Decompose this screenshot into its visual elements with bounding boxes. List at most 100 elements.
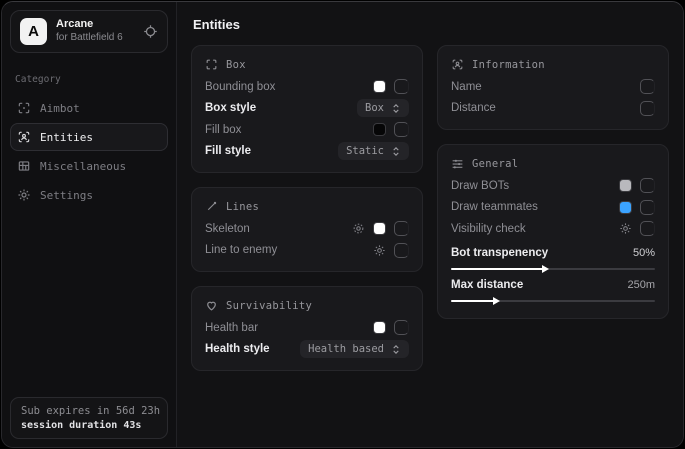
diagonal-line-icon <box>205 200 218 213</box>
color-swatch[interactable] <box>373 321 386 334</box>
sidebar-nav: Aimbot Entities Miscella <box>2 94 176 210</box>
person-scan-icon <box>17 130 31 144</box>
setting-row-draw-teammates: Draw teammates <box>451 197 655 219</box>
app-name: Arcane <box>56 18 134 32</box>
setting-label: Health style <box>205 343 270 355</box>
sliders-icon <box>451 157 464 170</box>
person-scan-icon <box>451 58 464 71</box>
health-style-dropdown[interactable]: Health based <box>300 340 409 358</box>
sub-expiry-text: Sub expires in 56d 23h <box>21 405 157 417</box>
app-window: A Arcane for Battlefield 6 Category <box>1 1 684 448</box>
max-distance-slider-block: Max distance 250m <box>451 276 655 302</box>
setting-label: Fill style <box>205 145 251 157</box>
setting-row-distance: Distance <box>451 98 655 120</box>
gear-icon <box>17 188 31 202</box>
setting-row-name: Name <box>451 76 655 98</box>
checkbox[interactable] <box>394 79 409 94</box>
setting-row-health-style: Health style Health based <box>205 339 409 361</box>
checkbox[interactable] <box>640 79 655 94</box>
sidebar-item-label: Entities <box>40 131 93 144</box>
slider-track[interactable] <box>451 300 655 302</box>
slider-thumb[interactable] <box>542 265 549 273</box>
checkbox[interactable] <box>640 200 655 215</box>
checkbox[interactable] <box>640 101 655 116</box>
slider-thumb[interactable] <box>493 297 500 305</box>
card-title: Lines <box>226 201 259 213</box>
sidebar-item-settings[interactable]: Settings <box>10 181 168 209</box>
category-label: Category <box>15 74 163 85</box>
setting-label: Distance <box>451 102 496 114</box>
setting-row-fill-box: Fill box <box>205 119 409 141</box>
color-swatch[interactable] <box>619 179 632 192</box>
slider-track[interactable] <box>451 268 655 270</box>
checkbox[interactable] <box>640 221 655 236</box>
setting-label: Line to enemy <box>205 244 277 256</box>
setting-label: Draw BOTs <box>451 180 509 192</box>
card-title: Information <box>472 59 545 71</box>
setting-label: Fill box <box>205 124 241 136</box>
sidebar-item-miscellaneous[interactable]: Miscellaneous <box>10 152 168 180</box>
dropdown-value: Static <box>346 145 384 157</box>
chevron-up-down-icon <box>391 103 401 114</box>
box-corners-icon <box>205 58 218 71</box>
color-swatch[interactable] <box>373 222 386 235</box>
setting-label: Visibility check <box>451 223 526 235</box>
slider-label: Max distance <box>451 279 523 291</box>
gear-icon[interactable] <box>373 244 386 257</box>
crosshair-icon[interactable] <box>143 24 158 39</box>
checkbox[interactable] <box>640 178 655 193</box>
heart-icon <box>205 299 218 312</box>
general-card: General Draw BOTs Draw teammates <box>437 144 669 319</box>
setting-label: Skeleton <box>205 223 250 235</box>
sidebar-item-entities[interactable]: Entities <box>10 123 168 151</box>
color-swatch[interactable] <box>373 80 386 93</box>
slider-label: Bot transpenency <box>451 247 548 259</box>
lines-card: Lines Skeleton <box>191 187 423 272</box>
slider-value: 250m <box>627 279 655 291</box>
setting-row-box-style: Box style Box <box>205 98 409 120</box>
setting-label: Bounding box <box>205 81 275 93</box>
checkbox[interactable] <box>394 243 409 258</box>
chevron-up-down-icon <box>391 146 401 157</box>
setting-row-bounding-box: Bounding box <box>205 76 409 98</box>
page-title: Entities <box>193 17 669 32</box>
setting-label: Name <box>451 81 482 93</box>
box-card: Box Bounding box Box style Box <box>191 45 423 173</box>
setting-label: Health bar <box>205 322 258 334</box>
sidebar-item-label: Settings <box>40 189 93 202</box>
crosshair-icon <box>17 101 31 115</box>
gear-icon[interactable] <box>352 222 365 235</box>
gear-icon[interactable] <box>619 222 632 235</box>
setting-row-health-bar: Health bar <box>205 317 409 339</box>
bot-transparency-slider-block: Bot transpenency 50% <box>451 244 655 270</box>
dropdown-value: Box <box>365 102 384 114</box>
brand-card: A Arcane for Battlefield 6 <box>10 10 168 53</box>
session-duration-text: session duration 43s <box>21 420 157 431</box>
sidebar-item-label: Aimbot <box>40 102 80 115</box>
checkbox[interactable] <box>394 320 409 335</box>
card-title: Survivability <box>226 300 312 312</box>
sidebar: A Arcane for Battlefield 6 Category <box>2 2 177 447</box>
color-swatch[interactable] <box>373 123 386 136</box>
checkbox[interactable] <box>394 122 409 137</box>
slider-value: 50% <box>633 247 655 259</box>
chevron-up-down-icon <box>391 344 401 355</box>
fill-style-dropdown[interactable]: Static <box>338 142 409 160</box>
checkbox[interactable] <box>394 221 409 236</box>
information-card: Information Name Distance <box>437 45 669 130</box>
sidebar-item-aimbot[interactable]: Aimbot <box>10 94 168 122</box>
color-swatch[interactable] <box>619 201 632 214</box>
app-subtitle: for Battlefield 6 <box>56 32 134 45</box>
card-title: Box <box>226 59 246 71</box>
setting-row-skeleton: Skeleton <box>205 218 409 240</box>
setting-row-draw-bots: Draw BOTs <box>451 175 655 197</box>
setting-label: Draw teammates <box>451 201 538 213</box>
box-style-dropdown[interactable]: Box <box>357 99 409 117</box>
setting-row-fill-style: Fill style Static <box>205 141 409 163</box>
subscription-info-card: Sub expires in 56d 23h session duration … <box>10 397 168 439</box>
sidebar-item-label: Miscellaneous <box>40 160 126 173</box>
card-title: General <box>472 158 518 170</box>
setting-row-visibility-check: Visibility check <box>451 218 655 240</box>
dropdown-value: Health based <box>308 343 384 355</box>
setting-label: Box style <box>205 102 256 114</box>
